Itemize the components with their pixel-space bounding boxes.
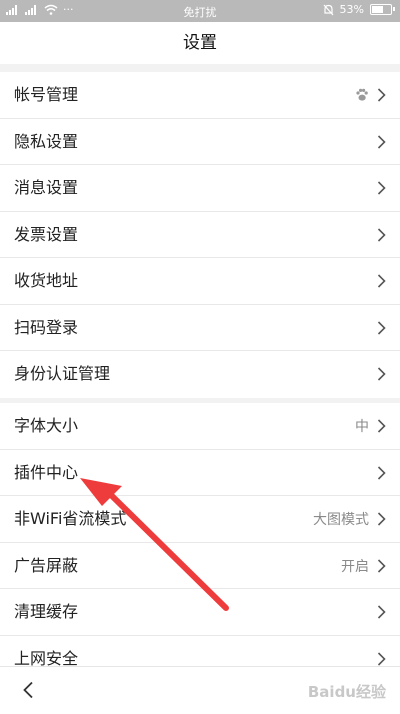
bell-muted-icon [323,4,333,15]
setting-row-data-saving[interactable]: 非WiFi省流模式 大图模式 [0,496,400,543]
row-value: 大图模式 [313,512,369,528]
row-label: 消息设置 [14,178,79,197]
chevron-right-icon [377,512,386,526]
row-label: 字体大小 [14,416,79,435]
chevron-right-icon [377,605,386,619]
setting-row-clear-cache[interactable]: 清理缓存 [0,589,400,636]
setting-row-invoice[interactable]: 发票设置 [0,212,400,258]
chevron-right-icon [377,227,386,242]
chevron-right-icon [377,134,386,149]
row-label: 广告屏蔽 [14,555,79,575]
page-title: 设置 [0,22,400,64]
chevron-right-icon [377,367,386,381]
row-label: 隐私设置 [14,131,79,151]
row-value: 中 [355,419,369,435]
setting-row-identity[interactable]: 身份认证管理 [0,351,400,398]
setting-row-font-size[interactable]: 字体大小 中 [0,403,400,450]
chevron-right-icon [377,465,386,480]
battery-icon [370,4,395,15]
row-label: 清理缓存 [14,602,79,621]
setting-row-ad-block[interactable]: 广告屏蔽 开启 [0,543,400,589]
row-label: 发票设置 [14,224,79,244]
row-label: 扫码登录 [14,317,79,337]
bottom-nav-bar: Baidu经验 [0,666,400,714]
row-label: 身份认证管理 [14,364,111,383]
chevron-right-icon [377,558,386,573]
settings-group-general: 字体大小 中 插件中心 非WiFi省流模式 大图模式 广告屏蔽 开启 清理缓存 … [0,403,400,682]
status-right: 53% [323,3,395,16]
chevron-right-icon [377,88,386,102]
row-label: 插件中心 [14,462,79,482]
chevron-right-icon [377,320,386,335]
chevron-right-icon [377,274,386,288]
back-chevron-icon[interactable] [22,681,34,699]
chevron-right-icon [377,651,386,666]
setting-row-privacy[interactable]: 隐私设置 [0,119,400,165]
setting-row-shipping-address[interactable]: 收货地址 [0,258,400,305]
chevron-right-icon [377,181,386,195]
row-label: 非WiFi省流模式 [14,509,127,528]
setting-row-messages[interactable]: 消息设置 [0,165,400,212]
setting-row-plugin-center[interactable]: 插件中心 [0,450,400,496]
paw-icon [356,88,368,101]
chevron-right-icon [377,419,386,433]
row-label: 收货地址 [14,271,79,290]
setting-row-qr-login[interactable]: 扫码登录 [0,305,400,351]
row-label: 帐号管理 [14,85,79,104]
settings-group-account: 帐号管理 隐私设置 消息设置 发票设置 收货地址 扫码登录 身份认证管理 [0,72,400,398]
row-value: 开启 [341,558,369,575]
baidu-watermark: Baidu经验 [307,683,386,701]
setting-row-account-management[interactable]: 帐号管理 [0,72,400,119]
status-bar: ··· 免打扰 53% [0,0,400,22]
battery-percent: 53% [339,3,364,16]
